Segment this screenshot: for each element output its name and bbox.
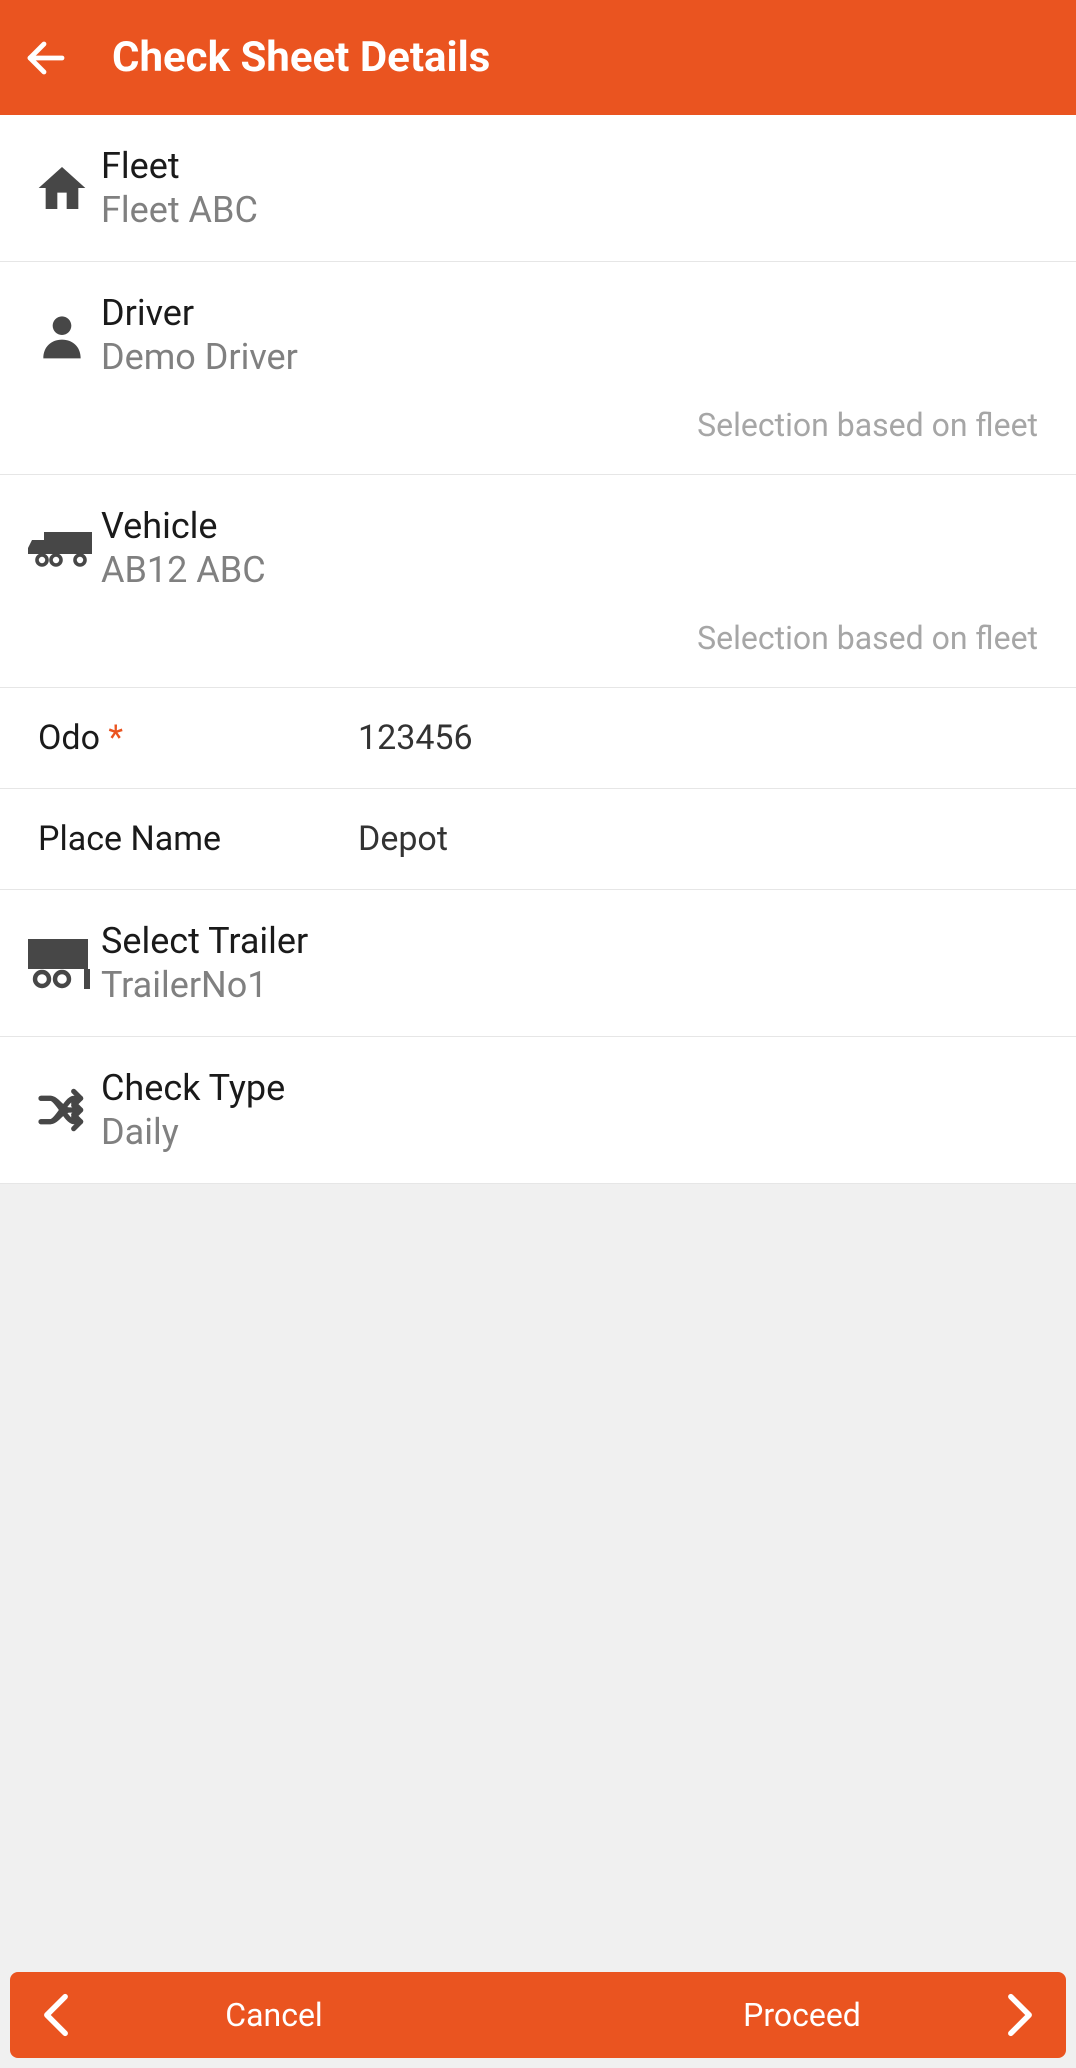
trailer-icon <box>23 935 101 991</box>
odo-label: Odo * <box>38 718 358 758</box>
check-type-value: Daily <box>101 1111 285 1153</box>
chevron-right-icon <box>1006 1993 1034 2037</box>
trailer-section[interactable]: Select Trailer TrailerNo1 <box>0 890 1076 1037</box>
person-icon <box>23 307 101 363</box>
proceed-button[interactable]: Proceed <box>538 1972 1066 2058</box>
trailer-label: Select Trailer <box>101 920 308 962</box>
truck-icon <box>23 520 101 576</box>
odo-section[interactable]: Odo * 123456 <box>0 688 1076 789</box>
vehicle-label: Vehicle <box>101 505 266 547</box>
vehicle-hint: Selection based on fleet <box>23 619 1046 657</box>
place-label: Place Name <box>38 819 358 859</box>
trailer-value: TrailerNo1 <box>101 964 308 1006</box>
place-section[interactable]: Place Name Depot <box>0 789 1076 890</box>
fleet-label: Fleet <box>101 145 258 187</box>
content: Fleet Fleet ABC Driver Demo Driver Selec… <box>0 115 1076 1962</box>
driver-section[interactable]: Driver Demo Driver Selection based on fl… <box>0 262 1076 475</box>
vehicle-section[interactable]: Vehicle AB12 ABC Selection based on flee… <box>0 475 1076 688</box>
place-value: Depot <box>358 819 448 859</box>
shuffle-icon <box>23 1082 101 1138</box>
cancel-button[interactable]: Cancel <box>10 1972 538 2058</box>
footer: Cancel Proceed <box>0 1962 1076 2068</box>
back-arrow-icon[interactable] <box>22 34 70 82</box>
chevron-left-icon <box>42 1993 70 2037</box>
check-type-label: Check Type <box>101 1067 285 1109</box>
header: Check Sheet Details <box>0 0 1076 115</box>
home-icon <box>23 160 101 216</box>
driver-hint: Selection based on fleet <box>23 406 1046 444</box>
driver-value: Demo Driver <box>101 336 298 378</box>
odo-value: 123456 <box>358 718 473 758</box>
proceed-label: Proceed <box>743 1996 861 2034</box>
vehicle-value: AB12 ABC <box>101 549 266 591</box>
footer-bar: Cancel Proceed <box>10 1972 1066 2058</box>
driver-label: Driver <box>101 292 298 334</box>
page-title: Check Sheet Details <box>112 33 490 82</box>
fleet-value: Fleet ABC <box>101 189 258 231</box>
check-type-section[interactable]: Check Type Daily <box>0 1037 1076 1184</box>
cancel-label: Cancel <box>225 1996 322 2034</box>
fleet-section[interactable]: Fleet Fleet ABC <box>0 115 1076 262</box>
